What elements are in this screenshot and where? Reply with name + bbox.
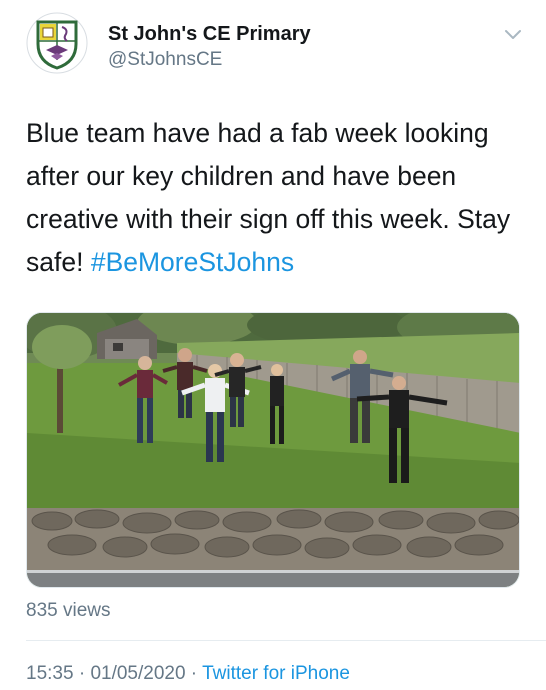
tweet-text: Blue team have had a fab week looking af… xyxy=(26,112,536,284)
tweet-time[interactable]: 15:35 xyxy=(26,663,74,684)
chevron-down-icon[interactable] xyxy=(502,24,524,46)
tweet: St John's CE Primary @StJohnsCE Blue tea… xyxy=(0,0,546,690)
video-thumbnail xyxy=(27,313,519,587)
media-video[interactable] xyxy=(26,312,520,588)
handle[interactable]: @StJohnsCE xyxy=(108,48,311,72)
view-count: 835 views xyxy=(26,600,111,621)
meta-separator: · xyxy=(73,663,91,684)
author-block[interactable]: St John's CE Primary @StJohnsCE xyxy=(108,22,311,72)
school-crest-icon xyxy=(26,12,88,74)
meta-separator-2: · xyxy=(185,663,203,684)
avatar[interactable] xyxy=(26,12,88,74)
hashtag-link[interactable]: #BeMoreStJohns xyxy=(91,247,294,277)
tweet-date[interactable]: 01/05/2020 xyxy=(90,663,185,684)
source-link[interactable]: Twitter for iPhone xyxy=(202,663,350,684)
tweet-meta: 15:35 · 01/05/2020 · Twitter for iPhone xyxy=(26,663,350,685)
display-name[interactable]: St John's CE Primary xyxy=(108,22,311,46)
divider xyxy=(26,640,546,641)
